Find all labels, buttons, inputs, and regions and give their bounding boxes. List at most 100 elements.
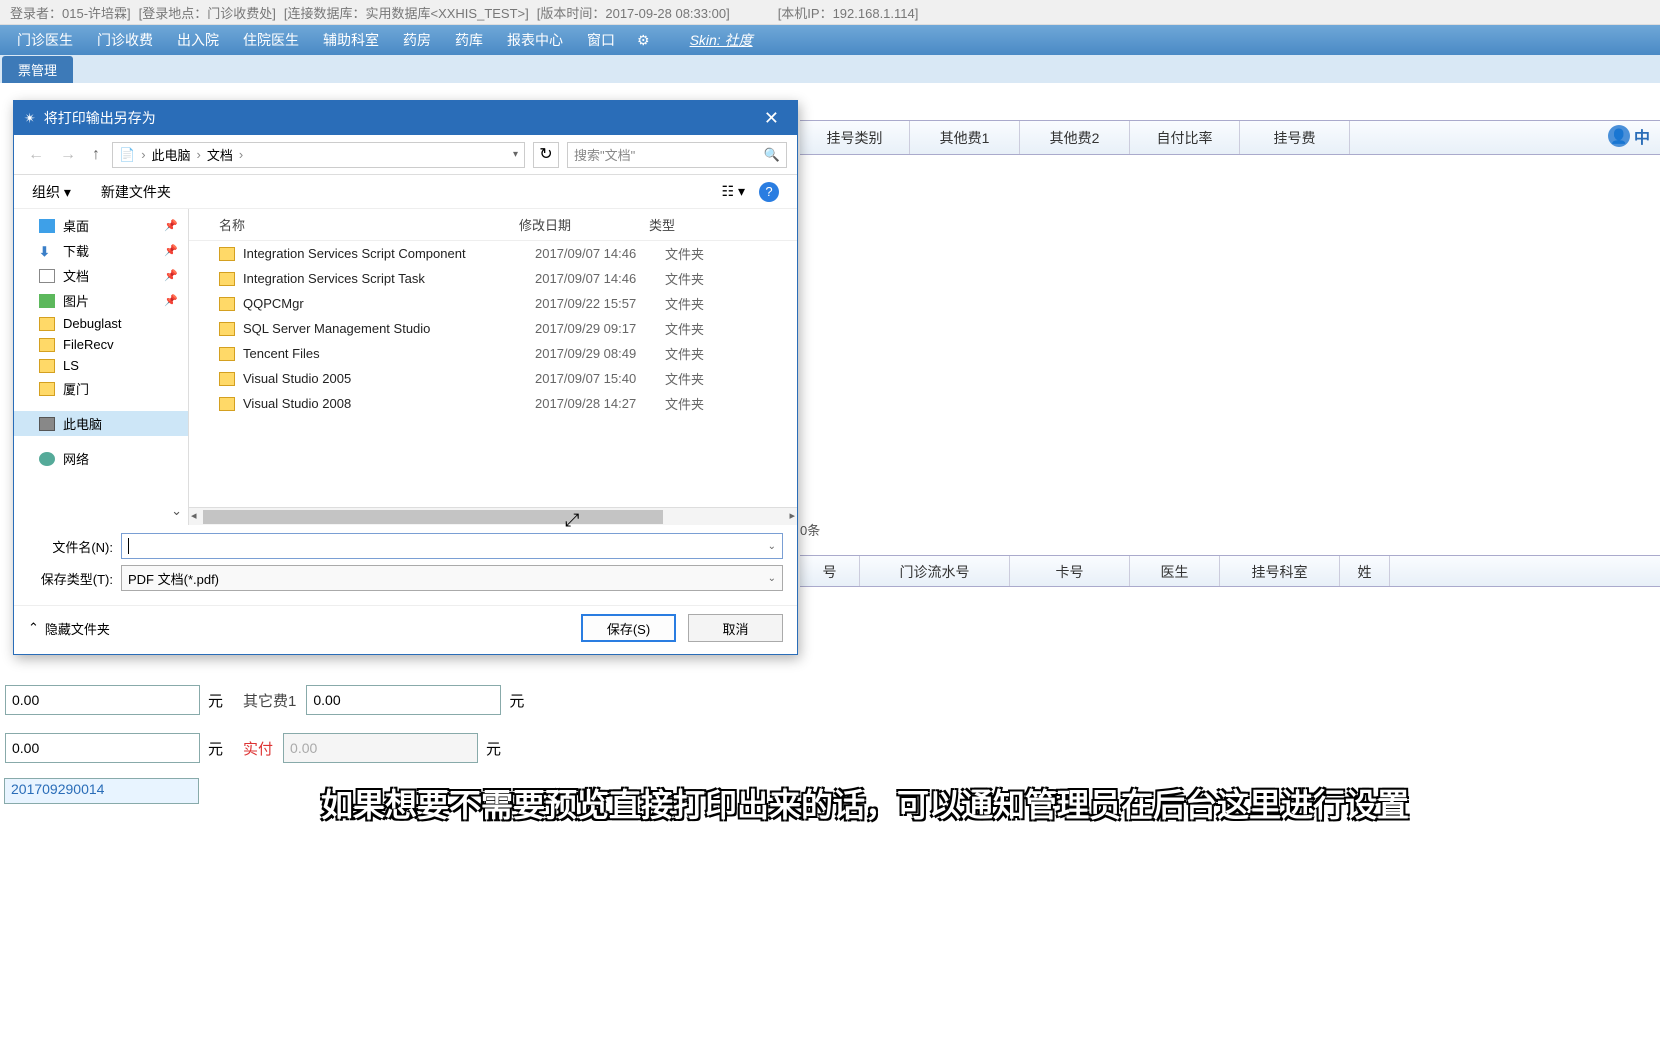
horizontal-scrollbar[interactable]: ◂ ▸: [189, 507, 797, 525]
skin-label[interactable]: Skin: 社度: [690, 30, 753, 50]
save-button[interactable]: 保存(S): [581, 614, 676, 642]
file-row[interactable]: Integration Services Script Component201…: [189, 241, 797, 266]
sidebar-item-thispc[interactable]: 此电脑: [14, 411, 188, 436]
receipt-number[interactable]: 201709290014: [4, 778, 199, 804]
user-short: 中: [1634, 124, 1650, 148]
file-date: 2017/09/07 14:46: [535, 271, 665, 286]
sidebar-item-documents[interactable]: 文档📌: [14, 263, 188, 288]
dialog-title-bar[interactable]: ✴ 将打印输出另存为 ✕: [14, 101, 797, 135]
bg-table-header: 挂号类别 其他费1 其他费2 自付比率 挂号费 👤 中: [800, 120, 1660, 155]
user-avatar-icon: 👤: [1608, 125, 1630, 147]
file-name: SQL Server Management Studio: [243, 321, 535, 336]
sidebar-item-filerecv[interactable]: FileRecv: [14, 334, 188, 355]
scrollbar-thumb[interactable]: [203, 510, 663, 524]
help-icon[interactable]: ?: [759, 182, 779, 202]
file-list-header: 名称 修改日期 类型: [189, 209, 797, 241]
folder-icon: [219, 397, 235, 411]
sidebar-item-xiamen[interactable]: 厦门: [14, 376, 188, 401]
chevron-down-icon[interactable]: ⌄: [768, 573, 776, 584]
refresh-icon[interactable]: ↻: [533, 142, 559, 168]
actual-pay-input: [283, 733, 478, 763]
nav-back-icon[interactable]: ←: [24, 146, 48, 164]
tab-invoice-manage[interactable]: 票管理: [2, 56, 73, 83]
pictures-icon: [39, 294, 55, 308]
gear-icon[interactable]: ⚙: [637, 32, 650, 49]
folder-icon: [39, 359, 55, 373]
col-type[interactable]: 类型: [649, 215, 787, 234]
file-type: 文件夹: [665, 319, 787, 338]
bg-table-header-2: 号 门诊流水号 卡号 医生 挂号科室 姓: [800, 555, 1660, 587]
nav-forward-icon[interactable]: →: [56, 146, 80, 164]
file-name: Integration Services Script Task: [243, 271, 535, 286]
file-date: 2017/09/29 09:17: [535, 321, 665, 336]
search-input[interactable]: 搜索"文档" 🔍: [567, 142, 787, 168]
col-reg-dept: 挂号科室: [1220, 556, 1340, 586]
cancel-button[interactable]: 取消: [688, 614, 783, 642]
unit-yuan: 元: [208, 690, 223, 711]
fee-input-3[interactable]: [5, 733, 200, 763]
file-row[interactable]: Visual Studio 20082017/09/28 14:27文件夹: [189, 391, 797, 416]
filename-input[interactable]: ⌄: [121, 533, 783, 559]
organize-button[interactable]: 组织 ▾: [32, 182, 71, 202]
crumb-documents[interactable]: 文档: [207, 145, 233, 164]
menu-window[interactable]: 窗口: [575, 30, 627, 50]
filename-label: 文件名(N):: [28, 537, 113, 556]
menu-aux-dept[interactable]: 辅助科室: [311, 30, 391, 50]
col-card-no: 卡号: [1010, 556, 1130, 586]
actual-pay-label: 实付: [243, 738, 273, 759]
hide-folders-toggle[interactable]: ⌃ 隐藏文件夹: [28, 619, 110, 638]
sidebar-item-debuglast[interactable]: Debuglast: [14, 313, 188, 334]
crumb-thispc[interactable]: 此电脑: [152, 145, 191, 164]
chevron-down-icon[interactable]: ⌄: [171, 503, 182, 519]
menu-outpatient-doctor[interactable]: 门诊医生: [5, 30, 85, 50]
document-icon: [39, 269, 55, 283]
col-visit-no: 门诊流水号: [860, 556, 1010, 586]
search-placeholder: 搜索"文档": [574, 145, 635, 164]
file-row[interactable]: Integration Services Script Task2017/09/…: [189, 266, 797, 291]
menu-reports[interactable]: 报表中心: [495, 30, 575, 50]
sidebar-item-downloads[interactable]: ⬇下载📌: [14, 238, 188, 263]
col-reg-fee: 挂号费: [1240, 121, 1350, 154]
file-type: 文件夹: [665, 369, 787, 388]
menu-outpatient-fee[interactable]: 门诊收费: [85, 30, 165, 50]
menu-inpatient-doctor[interactable]: 住院医生: [231, 30, 311, 50]
user-badge[interactable]: 👤 中: [1608, 124, 1650, 148]
scroll-left-icon[interactable]: ◂: [191, 509, 197, 522]
file-name: QQPCMgr: [243, 296, 535, 311]
menu-admission[interactable]: 出入院: [165, 30, 231, 50]
file-name: Visual Studio 2008: [243, 396, 535, 411]
scroll-right-icon[interactable]: ▸: [789, 509, 795, 522]
chevron-down-icon[interactable]: ▾: [513, 149, 518, 160]
pin-icon: 📌: [164, 294, 178, 307]
filetype-select[interactable]: PDF 文档(*.pdf)⌄: [121, 565, 783, 591]
fee-input-1[interactable]: [5, 685, 200, 715]
sidebar-item-network[interactable]: 网络: [14, 446, 188, 471]
menu-drug-store[interactable]: 药库: [443, 30, 495, 50]
other-fee-input[interactable]: [306, 685, 501, 715]
pin-icon: 📌: [164, 244, 178, 257]
video-subtitle: 如果想要不需要预览直接打印出来的话，可以通知管理员在后台这里进行设置: [120, 780, 1610, 826]
chevron-down-icon[interactable]: ⌄: [768, 541, 776, 552]
folder-icon: [219, 297, 235, 311]
dialog-toolbar: 组织 ▾ 新建文件夹 ☷ ▾ ?: [14, 175, 797, 209]
sidebar-item-pictures[interactable]: 图片📌: [14, 288, 188, 313]
view-options-icon[interactable]: ☷ ▾: [722, 183, 745, 200]
file-date: 2017/09/07 14:46: [535, 246, 665, 261]
new-folder-button[interactable]: 新建文件夹: [101, 182, 171, 202]
menu-pharmacy[interactable]: 药房: [391, 30, 443, 50]
sidebar-item-ls[interactable]: LS: [14, 355, 188, 376]
folder-icon: 📄: [119, 147, 135, 163]
file-row[interactable]: SQL Server Management Studio2017/09/29 0…: [189, 316, 797, 341]
file-row[interactable]: QQPCMgr2017/09/22 15:57文件夹: [189, 291, 797, 316]
file-row[interactable]: Tencent Files2017/09/29 08:49文件夹: [189, 341, 797, 366]
file-row[interactable]: Visual Studio 20052017/09/07 15:40文件夹: [189, 366, 797, 391]
nav-up-icon[interactable]: ↑: [88, 146, 104, 164]
close-icon[interactable]: ✕: [756, 108, 787, 129]
col-name[interactable]: 名称: [219, 215, 519, 234]
document-tabs: 票管理: [0, 55, 1660, 83]
breadcrumb[interactable]: 📄 › 此电脑 › 文档 › ▾: [112, 142, 525, 168]
file-list: Integration Services Script Component201…: [189, 241, 797, 507]
sidebar-item-desktop[interactable]: 桌面📌: [14, 213, 188, 238]
col-date[interactable]: 修改日期: [519, 215, 649, 234]
dialog-title: 将打印输出另存为: [44, 108, 156, 128]
